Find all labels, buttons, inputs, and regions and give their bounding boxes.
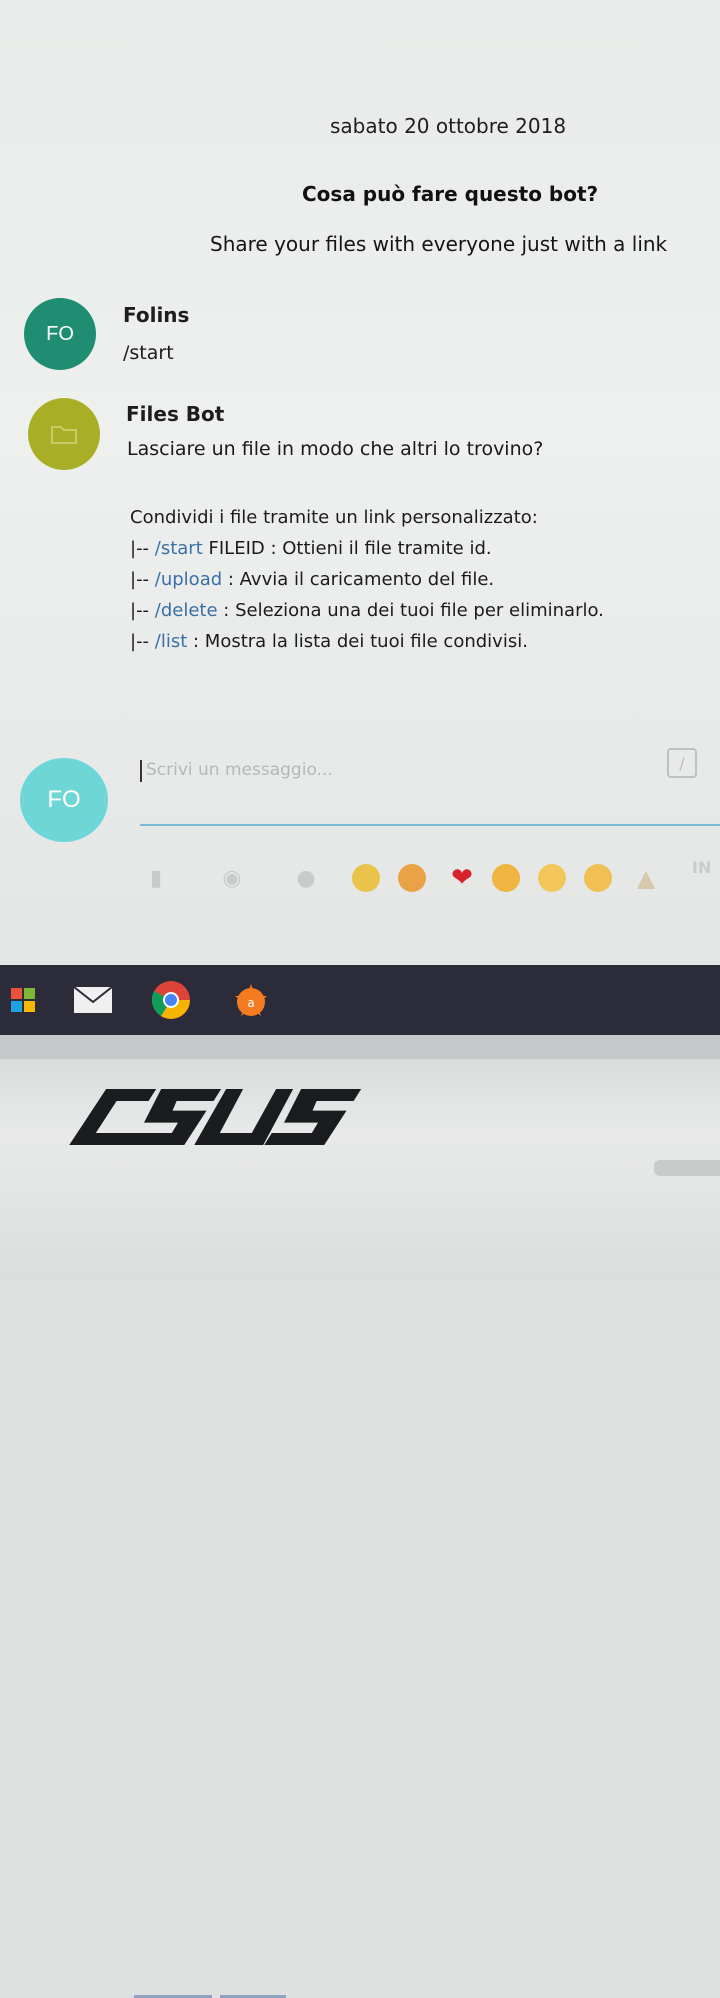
asus-logo [45,1085,362,1166]
command-link[interactable]: /upload [155,569,222,590]
bot-info-title: Cosa può fare questo bot? [302,182,599,206]
sender-name[interactable]: Folins [123,303,189,327]
folder-icon [51,426,77,444]
command-item: |-- /list : Mostra la lista dei tuoi fil… [130,626,604,657]
command-intro: Condividi i file tramite un link persona… [130,507,538,528]
command-link[interactable]: /start [155,538,203,559]
command-prefix: |-- [130,538,155,559]
command-prefix: |-- [130,600,155,621]
date-separator: sabato 20 ottobre 2018 [330,114,567,138]
emoji-heart-eyes-icon[interactable] [492,864,520,892]
bezel-notch [654,1160,720,1176]
bot-avatar[interactable] [28,398,100,470]
composer-avatar[interactable]: FO [20,758,108,842]
user-avatar[interactable]: FO [24,298,96,370]
file-icon[interactable]: ▮ [140,862,172,894]
avast-icon[interactable]: a [228,977,274,1023]
message-input[interactable]: Scrivi un messaggio... [140,756,700,786]
command-item: |-- /delete : Seleziona una dei tuoi fil… [130,595,604,626]
emoji-grin-icon[interactable] [584,864,612,892]
microphone-icon[interactable]: ● [290,862,322,894]
mail-icon[interactable] [70,977,116,1023]
composer-toolbar: ▮ ◉ ● ❤ ▲ [140,858,720,898]
avatar-initials: FO [47,786,81,813]
message-text: Lasciare un file in modo che altri lo tr… [127,438,544,460]
sender-name[interactable]: Files Bot [126,402,224,426]
send-button[interactable]: IN [692,858,711,877]
command-description: FILEID : Ottieni il file tramite id. [202,538,492,559]
svg-text:a: a [247,996,254,1010]
input-placeholder: Scrivi un messaggio... [146,760,333,780]
command-prefix: |-- [130,569,155,590]
chat-screen: sabato 20 ottobre 2018 Cosa può fare que… [0,0,720,965]
windows-taskbar: a [0,965,720,1998]
command-description: : Seleziona una dei tuoi file per elimin… [217,600,604,621]
emoji-laugh-icon[interactable] [352,864,380,892]
emoji-smile-icon[interactable] [538,864,566,892]
command-description: : Avvia il caricamento del file. [222,569,495,590]
command-link[interactable]: /delete [155,600,218,621]
bezel-rim [0,1035,720,1059]
input-underline [140,824,720,826]
message-text: /start [123,342,174,364]
chrome-icon[interactable] [148,977,194,1023]
start-icon[interactable] [0,977,46,1023]
emoji-kiss-icon[interactable] [398,864,426,892]
command-prefix: |-- [130,631,155,652]
slash-icon: / [679,753,685,773]
command-list: Condividi i file tramite un link persona… [130,502,604,657]
camera-icon[interactable]: ◉ [216,862,248,894]
command-item: |-- /start FILEID : Ottieni il file tram… [130,533,604,564]
thumbs-up-icon[interactable]: ▲ [630,862,662,894]
heart-icon[interactable]: ❤ [446,862,478,894]
command-description: : Mostra la lista dei tuoi file condivis… [187,631,528,652]
command-link[interactable]: /list [155,631,188,652]
bot-command-button[interactable]: / [667,748,697,778]
command-item: |-- /upload : Avvia il caricamento del f… [130,564,604,595]
bot-info-description: Share your files with everyone just with… [210,232,668,256]
avatar-initials: FO [46,322,74,345]
text-caret [140,760,142,782]
